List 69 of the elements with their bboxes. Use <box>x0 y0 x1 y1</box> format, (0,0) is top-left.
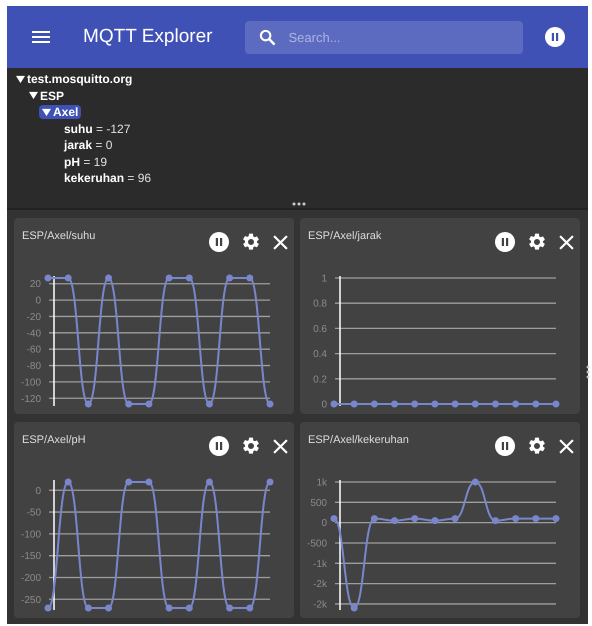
pause-icon[interactable] <box>209 436 229 456</box>
close-icon[interactable] <box>559 438 574 454</box>
tree-node[interactable]: Axel <box>39 105 82 120</box>
point <box>512 515 520 522</box>
point <box>532 515 540 522</box>
point <box>552 515 560 522</box>
tick-label: 0.2 <box>313 374 327 386</box>
tick-label: 0 <box>35 296 41 307</box>
tick-label: 20 <box>30 279 41 290</box>
tick-label: 0 <box>35 486 41 497</box>
settings-icon[interactable] <box>241 436 261 456</box>
tick-label: -2k <box>313 579 327 590</box>
topic-value[interactable]: suhu = -127 <box>64 122 130 136</box>
settings-icon[interactable] <box>527 232 547 252</box>
close-icon[interactable] <box>559 234 574 250</box>
pause-icon[interactable] <box>495 436 515 456</box>
tick-label: 0.8 <box>313 298 327 310</box>
pause-icon[interactable] <box>209 232 229 252</box>
close-icon[interactable] <box>273 438 288 454</box>
chart-title: ESP/Axel/suhu <box>22 230 96 242</box>
tree-node[interactable]: test.mosquitto.org <box>13 72 136 86</box>
topic-value[interactable]: jarak = 0 <box>64 138 112 152</box>
pause-icon[interactable] <box>544 27 565 47</box>
tick-label: -100 <box>20 377 41 388</box>
resize-handle-icon[interactable] <box>586 365 590 379</box>
tick-label: -500 <box>306 538 327 550</box>
tick-label: -60 <box>26 344 41 356</box>
point <box>431 517 438 524</box>
tick-label: 0.6 <box>313 324 327 335</box>
tick-label: -2k <box>313 599 327 610</box>
tick-label: -80 <box>26 361 41 372</box>
tick-label: 1 <box>321 274 327 284</box>
tick-label: -40 <box>26 328 41 340</box>
topic-value[interactable]: kekeruhan = 96 <box>64 171 152 186</box>
point <box>472 478 479 486</box>
search-icon <box>258 28 276 46</box>
tick-label: 1k <box>316 478 327 488</box>
tick-label: 500 <box>310 498 327 509</box>
menu-icon[interactable] <box>32 31 50 43</box>
tick-label: -120 <box>20 394 41 405</box>
tick-label: -20 <box>26 312 41 323</box>
close-icon[interactable] <box>273 234 288 250</box>
tick-label: -50 <box>26 508 41 519</box>
topic-value[interactable]: pH = 19 <box>64 154 108 169</box>
tick-label: 0 <box>321 400 327 410</box>
search-field[interactable]: Search... <box>244 20 523 54</box>
tick-label: -200 <box>20 572 41 584</box>
tick-label: 0.4 <box>313 349 327 360</box>
drag-handle-icon[interactable] <box>292 202 306 206</box>
settings-icon[interactable] <box>527 436 547 456</box>
tick-label: -150 <box>20 551 41 562</box>
pause-icon[interactable] <box>495 232 515 252</box>
point <box>391 517 398 524</box>
point <box>330 515 338 522</box>
settings-icon[interactable] <box>241 232 261 252</box>
app-title: MQTT Explorer <box>83 26 213 48</box>
tick-label: 0 <box>321 518 327 530</box>
tick-label: -1k <box>313 558 327 570</box>
chart-title: ESP/Axel/pH <box>22 434 86 446</box>
point <box>350 604 358 612</box>
chart-title: ESP/Axel/jarak <box>308 230 382 242</box>
point <box>411 515 418 522</box>
chart-title: ESP/Axel/kekeruhan <box>308 434 409 446</box>
tick-label: -100 <box>20 529 41 540</box>
point <box>452 515 459 522</box>
tick-label: -250 <box>20 594 41 606</box>
point <box>492 517 499 524</box>
point <box>370 515 378 522</box>
tree-node[interactable]: ESP <box>26 88 68 103</box>
